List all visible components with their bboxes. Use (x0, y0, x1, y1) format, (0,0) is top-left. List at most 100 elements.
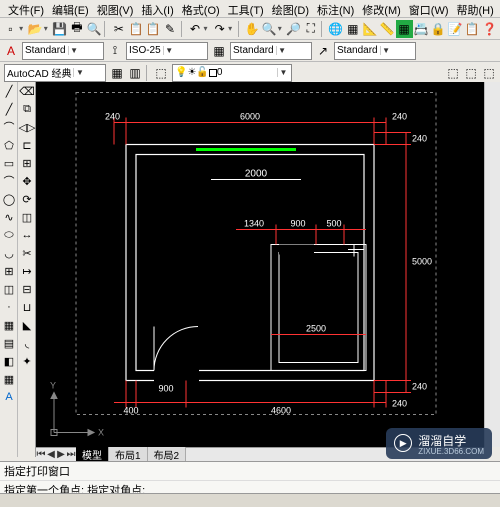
gradient-icon[interactable]: ▤ (1, 335, 17, 351)
move-icon[interactable]: ✥ (19, 173, 35, 189)
menu-modify[interactable]: 修改(M) (358, 0, 405, 17)
tab-last-icon[interactable]: ⏭ (66, 449, 76, 460)
cut-icon[interactable]: ✂ (110, 20, 127, 38)
vertical-scrollbar[interactable] (484, 82, 500, 447)
menu-file[interactable]: 文件(F) (4, 0, 48, 17)
lock2-icon: 🔓 (196, 67, 208, 78)
menu-insert[interactable]: 插入(I) (137, 0, 177, 17)
workspace-combo[interactable]: AutoCAD 经典▼ (4, 64, 106, 82)
dimstyle-icon[interactable]: ⟟ (106, 42, 124, 60)
model-viewport[interactable]: 2000 240 6000 240 240 5000 240 1340 900 … (36, 82, 484, 447)
copy2-icon[interactable]: ⧉ (19, 101, 35, 117)
svg-text:400: 400 (123, 406, 138, 416)
ruler-icon[interactable]: 📐 (361, 20, 378, 38)
circle-icon[interactable]: ◯ (1, 191, 17, 207)
mtext-icon[interactable]: A (1, 389, 17, 405)
break-icon[interactable]: ⊟ (19, 281, 35, 297)
erase-icon[interactable]: ⌫ (19, 83, 35, 99)
wstoggle-icon[interactable]: ▥ (126, 64, 144, 82)
mirror-icon[interactable]: ◁▷ (19, 119, 35, 135)
zoomext-icon[interactable]: ⛶ (302, 20, 319, 38)
zoom2-icon[interactable]: 🔎 (285, 20, 302, 38)
tab-next-icon[interactable]: ▶ (56, 449, 66, 460)
save-icon[interactable]: 💾 (51, 20, 68, 38)
scale-icon[interactable]: 📏 (378, 20, 395, 38)
tab-first-icon[interactable]: ⏮ (36, 449, 46, 460)
layer-combo[interactable]: 💡 ☀ 🔓 0 ▼ (172, 64, 292, 82)
menu-tools[interactable]: 工具(T) (224, 0, 268, 17)
textstyle-combo[interactable]: Standard▼ (22, 42, 104, 60)
menu-draw[interactable]: 绘图(D) (268, 0, 313, 17)
tablestyle-combo[interactable]: Standard▼ (230, 42, 312, 60)
ellipsearc-icon[interactable]: ◡ (1, 245, 17, 261)
menu-dim[interactable]: 标注(N) (313, 0, 358, 17)
zoom-icon[interactable]: 🔍 (261, 20, 278, 38)
table-icon[interactable]: ▦ (1, 371, 17, 387)
menu-window[interactable]: 窗口(W) (405, 0, 453, 17)
fillet-icon[interactable]: ◟ (19, 335, 35, 351)
globe-icon[interactable]: 🌐 (327, 20, 344, 38)
open-icon[interactable]: 📂 (27, 20, 44, 38)
scale2-icon[interactable]: ◫ (19, 209, 35, 225)
explode-icon[interactable]: ✦ (19, 353, 35, 369)
pan-icon[interactable]: ✋ (244, 20, 261, 38)
line-icon[interactable]: ╱ (1, 83, 17, 99)
svg-text:Y: Y (50, 381, 56, 391)
clip-icon[interactable]: 📋 (464, 20, 481, 38)
rotate-icon[interactable]: ⟳ (19, 191, 35, 207)
chamfer-icon[interactable]: ◣ (19, 317, 35, 333)
menu-help[interactable]: 帮助(H) (453, 0, 498, 17)
tab-prev-icon[interactable]: ◀ (46, 449, 56, 460)
polygon-icon[interactable]: ⬠ (1, 137, 17, 153)
lock-icon[interactable]: 🔒 (430, 20, 447, 38)
array-icon[interactable]: ⊞ (19, 155, 35, 171)
layers-icon[interactable]: ⬚ (152, 64, 170, 82)
help-icon[interactable]: ❓ (481, 20, 498, 38)
extend-icon[interactable]: ↦ (19, 263, 35, 279)
print-icon[interactable]: 🖶 (68, 20, 85, 38)
mleaderstyle-icon[interactable]: ↗ (314, 42, 332, 60)
insert-icon[interactable]: ⊞ (1, 263, 17, 279)
spline-icon[interactable]: ∿ (1, 209, 17, 225)
point-icon[interactable]: · (1, 299, 17, 315)
new-icon[interactable]: ▫ (2, 20, 19, 38)
tab-layout1[interactable]: 布局1 (109, 447, 148, 462)
command-window[interactable]: 指定打印窗口 指定第一个角点: 指定对角点: (0, 461, 500, 493)
paste-icon[interactable]: 📋 (144, 20, 161, 38)
calc-icon[interactable]: ▦ (396, 20, 413, 38)
offset-icon[interactable]: ⊏ (19, 137, 35, 153)
note-icon[interactable]: 📝 (447, 20, 464, 38)
match-icon[interactable]: ✎ (162, 20, 179, 38)
trim-icon[interactable]: ✂ (19, 245, 35, 261)
dimstyle-combo[interactable]: ISO-25▼ (126, 42, 208, 60)
wssettings-icon[interactable]: ▦ (108, 64, 126, 82)
tab-layout2[interactable]: 布局2 (148, 447, 187, 462)
hatch-icon[interactable]: ▦ (1, 317, 17, 333)
region-icon[interactable]: ◧ (1, 353, 17, 369)
textstyle-icon[interactable]: A (2, 42, 20, 60)
pline-icon[interactable]: ⌒ (1, 119, 17, 135)
redo-icon[interactable]: ↷ (211, 20, 228, 38)
rect-icon[interactable]: ▭ (1, 155, 17, 171)
ellipse-icon[interactable]: ⬭ (1, 227, 17, 243)
menu-edit[interactable]: 编辑(E) (48, 0, 93, 17)
layermatch-icon[interactable]: ⬚ (462, 64, 480, 82)
menu-view[interactable]: 视图(V) (93, 0, 138, 17)
sheet-icon[interactable]: ▦ (344, 20, 361, 38)
mleaderstyle-combo[interactable]: Standard▼ (334, 42, 416, 60)
copy-icon[interactable]: 📋 (127, 20, 144, 38)
menu-format[interactable]: 格式(O) (178, 0, 224, 17)
xline-icon[interactable]: ╱ (1, 101, 17, 117)
stretch-icon[interactable]: ↔ (19, 227, 35, 243)
layerstate-icon[interactable]: ⬚ (444, 64, 462, 82)
undo-icon[interactable]: ↶ (186, 20, 203, 38)
block-icon[interactable]: ◫ (1, 281, 17, 297)
tablestyle-icon[interactable]: ▦ (210, 42, 228, 60)
join-icon[interactable]: ⊔ (19, 299, 35, 315)
tab-model[interactable]: 模型 (76, 447, 109, 462)
watermark-badge[interactable]: ▶ 溜溜自学 ZIXUE.3D66.COM (386, 428, 492, 459)
layeriso-icon[interactable]: ⬚ (480, 64, 498, 82)
preview-icon[interactable]: 🔍 (85, 20, 102, 38)
card-icon[interactable]: 📇 (413, 20, 430, 38)
arc-icon[interactable]: ⌒ (1, 173, 17, 189)
